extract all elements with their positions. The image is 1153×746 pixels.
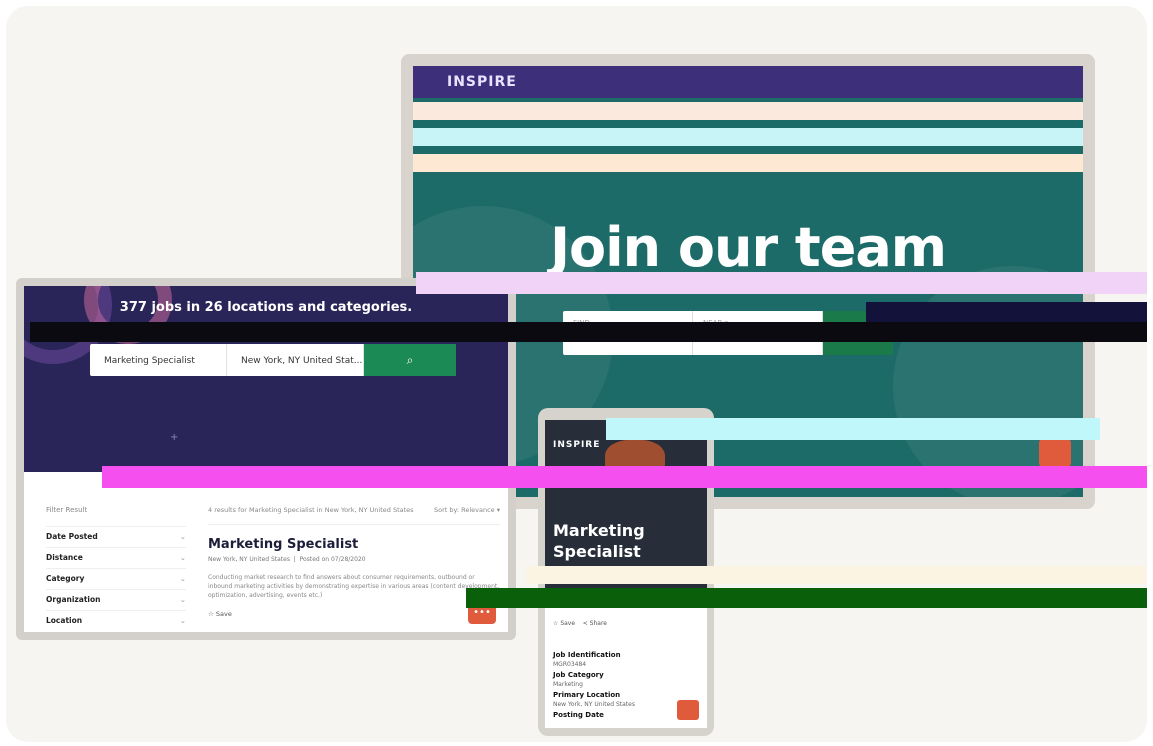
title-line: Specialist: [553, 542, 641, 561]
glitch-strip: [102, 466, 1147, 488]
filter-title: Filter Result: [46, 506, 88, 514]
detail-value: New York, NY United States: [553, 701, 635, 708]
keyword-input[interactable]: Marketing Specialist: [90, 344, 227, 376]
brand-logo[interactable]: INSPIRE: [553, 440, 600, 450]
search-icon: ⌕: [406, 352, 414, 367]
detail-label: Posting Date: [553, 711, 604, 719]
glitch-strip: [30, 322, 1147, 342]
results-summary: 4 results for Marketing Specialist in Ne…: [208, 506, 414, 514]
chevron-down-icon: ⌄: [179, 553, 186, 562]
filter-label: Location: [46, 616, 83, 625]
save-job-button[interactable]: ☆ Save: [553, 620, 577, 627]
detail-value: Marketing: [553, 681, 583, 688]
job-description: Conducting market research to find answe…: [208, 574, 500, 599]
jobs-count-title: 377 jobs in 26 locations and categories.: [119, 300, 413, 315]
search-button[interactable]: ⌕: [364, 344, 456, 376]
save-job-button[interactable]: ☆ Save: [208, 610, 500, 618]
job-details: Job Identification MGR03484 Job Category…: [553, 648, 693, 719]
star-icon: ☆: [553, 620, 559, 627]
filter-label: Category: [46, 574, 85, 583]
results-panel: 4 results for Marketing Specialist in Ne…: [208, 506, 500, 618]
share-button[interactable]: < Share: [583, 620, 607, 627]
location-input[interactable]: New York, NY United Stat...: [227, 344, 364, 376]
detail-label: Job Category: [553, 671, 604, 679]
glitch-strip: [466, 588, 1147, 608]
desktop-navbar: INSPIRE: [413, 66, 1083, 98]
detail-label: Primary Location: [553, 691, 621, 699]
chevron-down-icon: ⌄: [179, 616, 186, 625]
phone-actions: ☆ Save < Share: [553, 620, 607, 627]
filter-location[interactable]: Location ⌄: [46, 610, 186, 631]
star-icon: ☆: [208, 610, 214, 618]
chat-bubble-icon: •••: [473, 606, 491, 618]
glitch-strip: [526, 566, 1146, 584]
brand-logo[interactable]: INSPIRE: [447, 74, 517, 90]
title-line: Marketing: [553, 521, 645, 540]
chat-button[interactable]: [1039, 439, 1071, 467]
glitch-strip: [416, 272, 1147, 294]
chevron-down-icon: ⌄: [179, 532, 186, 541]
detail-label: Job Identification: [553, 651, 621, 659]
chat-button[interactable]: [677, 700, 699, 720]
filter-label: Distance: [46, 553, 83, 562]
share-label: Share: [589, 620, 607, 627]
filter-label: Date Posted: [46, 532, 98, 541]
job-title-heading: Marketing Specialist: [553, 520, 645, 562]
filter-category[interactable]: Category ⌄: [46, 568, 186, 589]
job-search-bar: Marketing Specialist New York, NY United…: [90, 344, 456, 376]
job-posted-date: Posted on 07/28/2020: [299, 556, 366, 563]
filter-date-posted[interactable]: Date Posted ⌄: [46, 526, 186, 547]
filter-panel: Filter Result Date Posted ⌄ Distance ⌄ C…: [46, 506, 186, 631]
search-hero: 377 jobs in 26 locations and categories.…: [24, 286, 508, 472]
save-label: Save: [215, 610, 232, 618]
glitch-strip: [866, 302, 1147, 322]
sort-dropdown[interactable]: Sort by: Relevance ▾: [434, 506, 500, 514]
filter-organization[interactable]: Organization ⌄: [46, 589, 186, 610]
detail-value: MGR03484: [553, 661, 587, 668]
filter-distance[interactable]: Distance ⌄: [46, 547, 186, 568]
chevron-down-icon: ⌄: [179, 595, 186, 604]
share-icon: <: [582, 620, 588, 627]
glitch-strip: [606, 418, 1100, 440]
job-location: New York, NY United States: [208, 556, 290, 563]
filter-label: Organization: [46, 595, 101, 604]
chevron-down-icon: ⌄: [179, 574, 186, 583]
job-meta: New York, NY United States | Posted on 0…: [208, 556, 366, 563]
job-title-link[interactable]: Marketing Specialist: [208, 537, 500, 552]
navbar-dropdown-region: [413, 102, 1083, 180]
results-header: 4 results for Marketing Specialist in Ne…: [208, 506, 500, 525]
showcase-stage: INSPIRE Join our team FIND NEAR ▾: [6, 6, 1147, 742]
save-label: Save: [560, 620, 576, 627]
sparkle-icon: +: [170, 432, 179, 443]
hero-heading: Join our team: [549, 216, 947, 279]
